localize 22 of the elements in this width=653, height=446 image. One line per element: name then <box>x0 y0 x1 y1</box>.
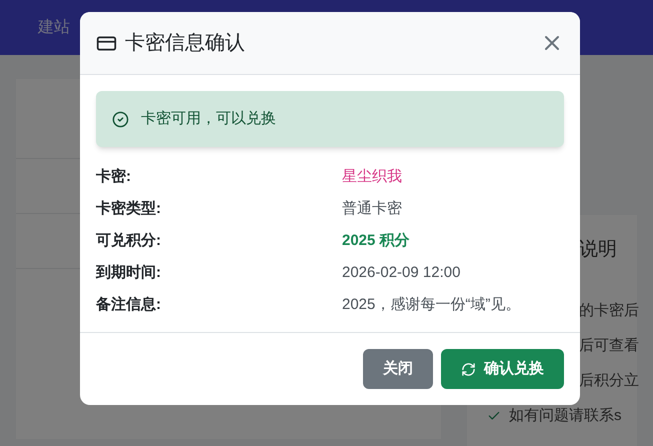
field-label: 备注信息: <box>96 294 162 315</box>
nav-link[interactable]: 建站 <box>38 16 70 40</box>
close-button[interactable]: 关闭 <box>363 349 433 389</box>
field-value: 2025，感谢每一份“域”见。 <box>342 294 520 315</box>
field-label: 卡密类型: <box>96 198 162 219</box>
help-item: 后积分立 <box>579 370 639 391</box>
check-circle-icon <box>112 110 129 128</box>
help-item: 如有问题请联系s <box>509 406 622 426</box>
field-label: 可兑积分: <box>96 230 162 251</box>
field-value: 2025 积分 <box>342 230 410 251</box>
field-value: 2026-02-09 12:00 <box>342 262 460 283</box>
refresh-icon <box>461 362 476 376</box>
help-item: 的卡密后 <box>579 300 639 321</box>
alert-text: 卡密可用，可以兑换 <box>141 108 276 129</box>
field-value: 普通卡密 <box>342 198 402 219</box>
dialog-title: 卡密信息确认 <box>125 31 246 56</box>
field-value: 星尘织我 <box>342 166 402 187</box>
field-label: 卡密: <box>96 166 132 187</box>
field-label: 到期时间: <box>96 262 162 283</box>
confirm-button[interactable]: 确认兑换 <box>441 349 564 389</box>
help-item: 后可查看 <box>579 336 639 356</box>
panel-title: 说明 <box>579 239 617 260</box>
